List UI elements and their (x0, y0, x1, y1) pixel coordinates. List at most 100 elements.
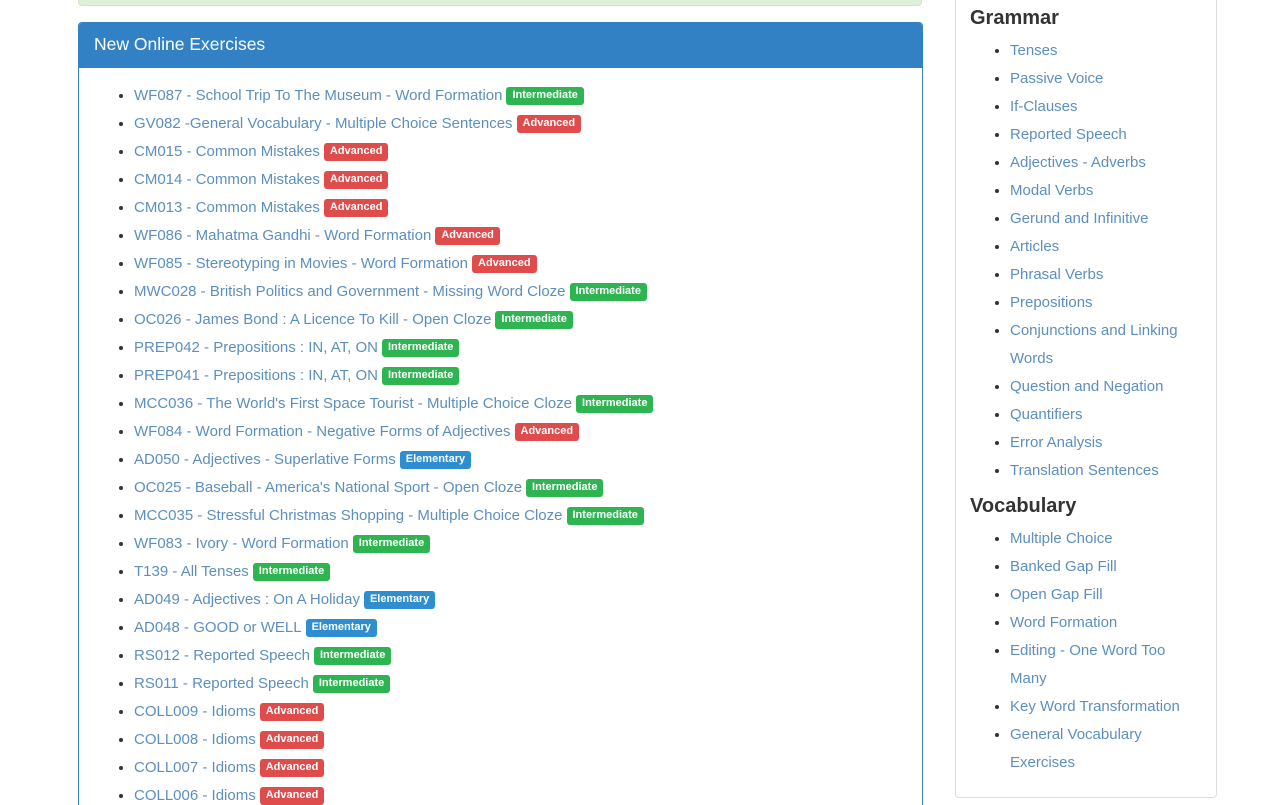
exercise-list-item: PREP042 - Prepositions : IN, AT, ONInter… (134, 334, 907, 362)
sidebar-item-word-formation[interactable]: Word Formation (1010, 614, 1117, 631)
sidebar-item-error-analysis[interactable]: Error Analysis (1010, 434, 1103, 451)
level-badge: Intermediate (567, 507, 644, 526)
panel-body: WF087 - School Trip To The Museum - Word… (79, 68, 922, 805)
level-badge: Intermediate (506, 87, 583, 106)
sidebar-item-passive-voice[interactable]: Passive Voice (1010, 70, 1103, 87)
exercise-list-item: COLL007 - IdiomsAdvanced (134, 754, 907, 782)
exercise-link[interactable]: CM014 - Common Mistakes (134, 171, 320, 188)
level-badge: Elementary (306, 619, 377, 638)
exercise-list-item: OC025 - Baseball - America's National Sp… (134, 474, 907, 502)
sidebar-item-general-vocabulary-exercises[interactable]: General Vocabulary Exercises (1010, 726, 1142, 771)
sidebar-list-item: General Vocabulary Exercises (1010, 721, 1202, 777)
exercise-list-item: WF084 - Word Formation - Negative Forms … (134, 418, 907, 446)
level-badge: Intermediate (495, 311, 572, 330)
sidebar-section-list: Multiple Choice Banked Gap Fill Open Gap F… (970, 525, 1202, 777)
sidebar-item-if-clauses[interactable]: If-Clauses (1010, 98, 1078, 115)
level-badge: Intermediate (576, 395, 653, 414)
sidebar-item-adjectives-adverbs[interactable]: Adjectives - Adverbs (1010, 154, 1146, 171)
sidebar-item-quantifiers[interactable]: Quantifiers (1010, 406, 1083, 423)
sidebar-item-conjunctions-and-linking-words[interactable]: Conjunctions and Linking Words (1010, 322, 1178, 367)
sidebar-section-heading: Grammar (970, 7, 1202, 29)
sidebar-item-articles[interactable]: Articles (1010, 238, 1059, 255)
exercise-link[interactable]: AD050 - Adjectives - Superlative Forms (134, 451, 396, 468)
exercise-link[interactable]: COLL008 - Idioms (134, 731, 256, 748)
exercise-link[interactable]: WF085 - Stereotyping in Movies - Word Fo… (134, 255, 468, 272)
page-title: New Online Exercises (94, 34, 907, 55)
exercise-link[interactable]: PREP042 - Prepositions : IN, AT, ON (134, 339, 378, 356)
sidebar-item-translation-sentences[interactable]: Translation Sentences (1010, 462, 1159, 479)
level-badge: Advanced (260, 759, 325, 778)
exercise-link[interactable]: RS012 - Reported Speech (134, 647, 310, 664)
exercise-link[interactable]: MCC036 - The World's First Space Tourist… (134, 395, 572, 412)
exercise-list-item: AD050 - Adjectives - Superlative FormsEl… (134, 446, 907, 474)
sidebar-list-item: Banked Gap Fill (1010, 553, 1202, 581)
sidebar-item-question-and-negation[interactable]: Question and Negation (1010, 378, 1163, 395)
sidebar-list-item: Phrasal Verbs (1010, 261, 1202, 289)
exercise-list-item: WF083 - Ivory - Word FormationIntermedia… (134, 530, 907, 558)
exercise-link[interactable]: MCC035 - Stressful Christmas Shopping - … (134, 507, 563, 524)
level-badge: Advanced (515, 423, 580, 442)
level-badge: Advanced (435, 227, 500, 246)
level-badge: Elementary (400, 451, 471, 470)
exercise-link[interactable]: OC025 - Baseball - America's National Sp… (134, 479, 522, 496)
level-badge: Advanced (517, 115, 582, 134)
exercise-link[interactable]: OC026 - James Bond : A Licence To Kill -… (134, 311, 491, 328)
exercise-link[interactable]: WF083 - Ivory - Word Formation (134, 535, 349, 552)
sidebar-item-banked-gap-fill[interactable]: Banked Gap Fill (1010, 558, 1117, 575)
sidebar-item-multiple-choice[interactable]: Multiple Choice (1010, 530, 1113, 547)
exercise-list-item: MCC036 - The World's First Space Tourist… (134, 390, 907, 418)
sidebar-item-phrasal-verbs[interactable]: Phrasal Verbs (1010, 266, 1103, 283)
exercise-link[interactable]: CM015 - Common Mistakes (134, 143, 320, 160)
exercise-link[interactable]: WF084 - Word Formation - Negative Forms … (134, 423, 511, 440)
level-badge: Advanced (260, 787, 325, 805)
exercise-link[interactable]: COLL009 - Idioms (134, 703, 256, 720)
sidebar-item-key-word-transformation[interactable]: Key Word Transformation (1010, 698, 1180, 715)
exercise-link[interactable]: COLL006 - Idioms (134, 787, 256, 804)
exercise-link[interactable]: AD049 - Adjectives : On A Holiday (134, 591, 360, 608)
exercise-list-item: COLL008 - IdiomsAdvanced (134, 726, 907, 754)
exercise-link[interactable]: COLL007 - Idioms (134, 759, 256, 776)
level-badge: Advanced (472, 255, 537, 274)
exercise-link[interactable]: T139 - All Tenses (134, 563, 249, 580)
success-alert (78, 0, 922, 6)
exercise-link[interactable]: GV082 -General Vocabulary - Multiple Cho… (134, 115, 513, 132)
sidebar-section-heading: Vocabulary (970, 495, 1202, 517)
sidebar-list-item: Prepositions (1010, 289, 1202, 317)
exercise-link[interactable]: WF087 - School Trip To The Museum - Word… (134, 87, 502, 104)
panel-header: New Online Exercises (79, 23, 922, 68)
page-root: New Online Exercises WF087 - School Trip… (0, 0, 1268, 805)
exercise-list-item: MWC028 - British Politics and Government… (134, 278, 907, 306)
exercise-list-item: CM013 - Common MistakesAdvanced (134, 194, 907, 222)
exercise-list-item: COLL009 - IdiomsAdvanced (134, 698, 907, 726)
level-badge: Advanced (324, 171, 389, 190)
exercise-list-item: PREP041 - Prepositions : IN, AT, ONInter… (134, 362, 907, 390)
level-badge: Advanced (260, 731, 325, 750)
exercise-link[interactable]: RS011 - Reported Speech (134, 675, 309, 692)
level-badge: Intermediate (382, 367, 459, 386)
sidebar-list-item: Multiple Choice (1010, 525, 1202, 553)
sidebar-item-open-gap-fill[interactable]: Open Gap Fill (1010, 586, 1103, 603)
exercise-link[interactable]: AD048 - GOOD or WELL (134, 619, 302, 636)
new-online-exercises-panel: New Online Exercises WF087 - School Trip… (78, 22, 923, 805)
sidebar-item-modal-verbs[interactable]: Modal Verbs (1010, 182, 1093, 199)
sidebar-item-editing-one-word-too-many[interactable]: Editing - One Word Too Many (1010, 642, 1165, 687)
exercise-list-item: COLL006 - IdiomsAdvanced (134, 782, 907, 805)
exercise-list-item: AD049 - Adjectives : On A HolidayElement… (134, 586, 907, 614)
sidebar-list-item: Open Gap Fill (1010, 581, 1202, 609)
exercise-list-item: OC026 - James Bond : A Licence To Kill -… (134, 306, 907, 334)
exercise-link[interactable]: MWC028 - British Politics and Government… (134, 283, 566, 300)
sidebar-list-item: Editing - One Word Too Many (1010, 637, 1202, 693)
sidebar-item-reported-speech[interactable]: Reported Speech (1010, 126, 1127, 143)
sidebar-item-prepositions[interactable]: Prepositions (1010, 294, 1093, 311)
sidebar-categories-panel: Grammar Tenses Passive Voice If-Clauses Repo… (955, 0, 1217, 798)
sidebar-list-item: Reported Speech (1010, 121, 1202, 149)
exercise-list-item: WF085 - Stereotyping in Movies - Word Fo… (134, 250, 907, 278)
sidebar-item-gerund-and-infinitive[interactable]: Gerund and Infinitive (1010, 210, 1148, 227)
level-badge: Intermediate (353, 535, 430, 554)
exercise-link[interactable]: CM013 - Common Mistakes (134, 199, 320, 216)
exercise-link[interactable]: PREP041 - Prepositions : IN, AT, ON (134, 367, 378, 384)
sidebar-item-tenses[interactable]: Tenses (1010, 42, 1058, 59)
level-badge: Intermediate (570, 283, 647, 302)
level-badge: Intermediate (313, 675, 390, 694)
exercise-link[interactable]: WF086 - Mahatma Gandhi - Word Formation (134, 227, 431, 244)
